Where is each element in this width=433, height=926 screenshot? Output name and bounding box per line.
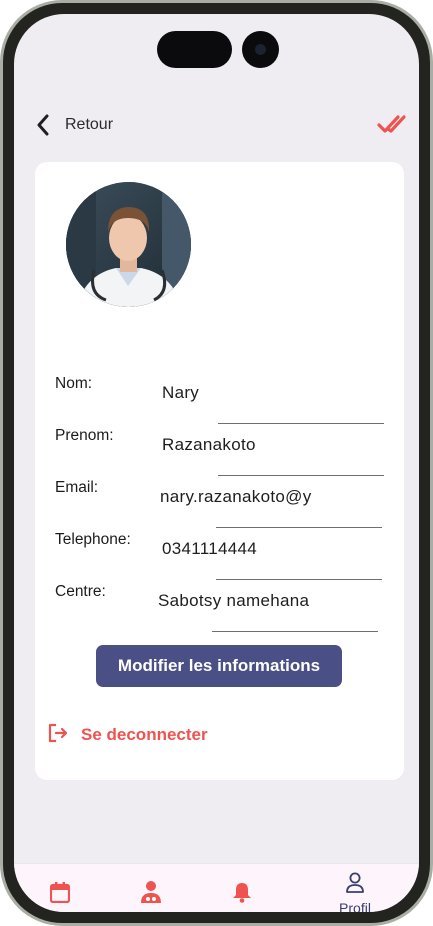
field-centre: Centre: Sabotsy namehana — [55, 583, 395, 633]
chevron-left-icon — [36, 114, 56, 136]
tab-profile-label: Profil — [339, 900, 371, 912]
double-check-icon[interactable] — [377, 112, 407, 138]
field-label: Nom: — [55, 375, 93, 392]
back-button[interactable]: Retour — [36, 110, 113, 140]
tab-notifications[interactable] — [212, 864, 272, 912]
phone-bezel: Retour Nom: Nary Prenom: Razanakoto Emai… — [3, 3, 430, 923]
doctor-icon — [140, 880, 162, 909]
field-nom: Nom: Nary — [55, 375, 395, 425]
front-camera — [242, 31, 279, 68]
back-label: Retour — [65, 116, 114, 133]
logout-button[interactable]: Se deconnecter — [47, 722, 208, 748]
telephone-input[interactable]: 0341114444 — [162, 539, 322, 559]
edit-info-button[interactable]: Modifier les informations — [96, 645, 342, 687]
logout-label: Se deconnecter — [81, 725, 208, 744]
field-label: Email: — [55, 479, 99, 496]
tab-doctors[interactable] — [121, 864, 181, 912]
centre-input[interactable]: Sabotsy namehana — [158, 591, 326, 611]
avatar — [66, 182, 191, 307]
tab-calendar[interactable] — [30, 864, 90, 912]
dynamic-island — [157, 31, 232, 68]
top-bar: Retour — [14, 110, 419, 140]
calendar-icon — [49, 881, 71, 908]
field-label: Prenom: — [55, 427, 114, 444]
bottom-tab-bar: Profil — [14, 863, 419, 912]
input-underline — [212, 631, 378, 632]
input-underline — [218, 475, 384, 476]
profile-card: Nom: Nary Prenom: Razanakoto Email: nary… — [35, 162, 404, 780]
input-underline — [218, 423, 384, 424]
email-input[interactable]: nary.razanakoto@y — [160, 487, 325, 507]
logout-icon — [47, 722, 69, 749]
app-screen: Retour Nom: Nary Prenom: Razanakoto Emai… — [14, 14, 419, 912]
input-underline — [216, 527, 382, 528]
prenom-input[interactable]: Razanakoto — [162, 435, 322, 455]
field-telephone: Telephone: 0341114444 — [55, 531, 395, 581]
nom-input[interactable]: Nary — [162, 383, 322, 403]
tab-profile[interactable]: Profil — [325, 864, 385, 912]
field-label: Telephone: — [55, 531, 131, 548]
user-icon — [345, 872, 365, 899]
field-prenom: Prenom: Razanakoto — [55, 427, 395, 477]
camera-lens — [255, 44, 266, 55]
input-underline — [216, 579, 382, 580]
field-label: Centre: — [55, 583, 106, 600]
bell-icon — [232, 881, 252, 908]
phone-frame: Retour Nom: Nary Prenom: Razanakoto Emai… — [0, 0, 433, 926]
field-email: Email: nary.razanakoto@y — [55, 479, 395, 529]
